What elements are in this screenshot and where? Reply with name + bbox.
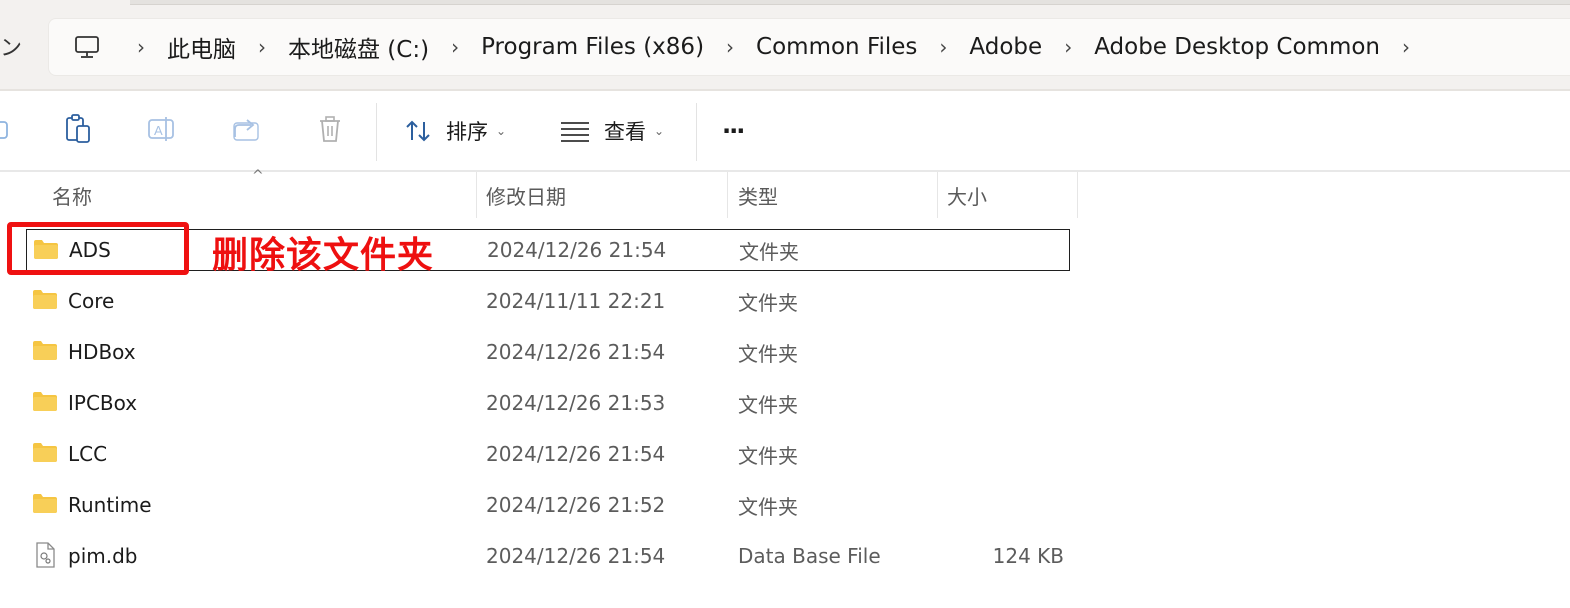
column-divider[interactable] — [727, 172, 728, 218]
share-icon — [231, 115, 261, 147]
breadcrumb-item[interactable]: Adobe Desktop Common — [1094, 34, 1380, 60]
modified-date: 2024/12/26 21:54 — [486, 442, 666, 466]
paste-icon — [63, 113, 93, 149]
title-region: ン › 此电脑 › 本地磁盘 (C:) › Program Files (x86… — [0, 0, 1570, 90]
breadcrumb-item[interactable]: Program Files (x86) — [481, 34, 704, 60]
file-name: pim.db — [68, 544, 138, 568]
folder-icon — [32, 492, 58, 516]
breadcrumb-separator[interactable]: › — [258, 37, 266, 57]
file-type: 文件夹 — [739, 239, 799, 264]
table-row[interactable]: Runtime 2024/12/26 21:52 文件夹 — [26, 484, 1070, 526]
breadcrumb-separator[interactable]: › — [1064, 37, 1072, 57]
column-divider[interactable] — [476, 172, 477, 218]
file-type: Data Base File — [738, 544, 881, 568]
sort-icon — [404, 118, 434, 144]
more-options-button[interactable]: ··· — [722, 113, 745, 149]
toolbar-separator — [696, 103, 697, 161]
column-header-date[interactable]: 修改日期 — [486, 172, 566, 218]
annotation-text: 删除该文件夹 — [212, 235, 435, 276]
folder-icon — [32, 288, 58, 312]
delete-icon — [316, 114, 344, 148]
paste-button[interactable] — [60, 113, 96, 149]
folder-icon — [32, 390, 58, 414]
folder-icon — [32, 441, 58, 465]
rename-icon: A — [146, 114, 178, 148]
view-button[interactable]: 查看 ⌄ — [560, 113, 664, 149]
file-name: IPCBox — [68, 391, 138, 415]
table-row[interactable]: Core 2024/11/11 22:21 文件夹 — [26, 280, 1070, 322]
view-list-icon — [560, 120, 590, 142]
more-icon: ··· — [722, 117, 745, 145]
chevron-down-icon: ⌄ — [654, 124, 665, 138]
command-bar: A 排序 ⌄ 查看 ⌄ ··· — [0, 91, 1570, 171]
toolbar-divider — [0, 170, 1570, 172]
sort-ascending-icon: ^ — [252, 168, 264, 184]
column-header-size[interactable]: 大小 — [947, 172, 987, 218]
file-name: Runtime — [68, 493, 152, 517]
sort-label: 排序 — [446, 120, 488, 144]
file-size: 124 KB — [992, 544, 1064, 568]
column-divider[interactable] — [1077, 172, 1078, 218]
tab-strip-edge — [130, 0, 1570, 5]
file-type: 文件夹 — [738, 392, 798, 417]
svg-text:A: A — [154, 123, 163, 138]
share-button[interactable] — [228, 113, 264, 149]
table-row[interactable]: IPCBox 2024/12/26 21:53 文件夹 — [26, 382, 1070, 424]
file-type: 文件夹 — [738, 443, 798, 468]
file-type: 文件夹 — [738, 494, 798, 519]
breadcrumb-item[interactable]: Adobe — [969, 34, 1042, 60]
table-row[interactable]: LCC 2024/12/26 21:54 文件夹 — [26, 433, 1070, 475]
table-row[interactable]: HDBox 2024/12/26 21:54 文件夹 — [26, 331, 1070, 373]
column-header-type[interactable]: 类型 — [738, 172, 778, 218]
cut-button[interactable] — [0, 113, 18, 149]
modified-date: 2024/12/26 21:54 — [486, 544, 666, 568]
breadcrumb-separator[interactable]: › — [939, 37, 947, 57]
modified-date: 2024/11/11 22:21 — [486, 289, 666, 313]
this-pc-icon[interactable] — [73, 33, 101, 61]
toolbar-separator — [376, 103, 377, 161]
database-file-icon — [32, 542, 58, 568]
breadcrumb-separator[interactable]: › — [451, 37, 459, 57]
table-row[interactable]: pim.db 2024/12/26 21:54 Data Base File 1… — [26, 535, 1070, 577]
breadcrumb-separator[interactable]: › — [726, 37, 734, 57]
modified-date: 2024/12/26 21:54 — [486, 340, 666, 364]
breadcrumb-separator[interactable]: › — [137, 37, 145, 57]
modified-date: 2024/12/26 21:54 — [487, 238, 667, 262]
file-type: 文件夹 — [738, 341, 798, 366]
folder-icon — [32, 339, 58, 363]
column-header-name[interactable]: 名称 — [52, 172, 92, 218]
modified-date: 2024/12/26 21:52 — [486, 493, 666, 517]
rename-button[interactable]: A — [144, 113, 180, 149]
file-name: LCC — [68, 442, 108, 466]
sort-button[interactable]: 排序 ⌄ — [404, 113, 506, 149]
view-label: 查看 — [604, 120, 646, 144]
file-name: HDBox — [68, 340, 136, 364]
annotation-highlight-box — [7, 222, 189, 275]
breadcrumb-item[interactable]: 本地磁盘 (C:) — [288, 30, 429, 64]
breadcrumb-item[interactable]: Common Files — [756, 34, 917, 60]
breadcrumb-separator[interactable]: › — [1402, 37, 1410, 57]
modified-date: 2024/12/26 21:53 — [486, 391, 666, 415]
delete-button[interactable] — [312, 113, 348, 149]
breadcrumb-item[interactable]: 此电脑 — [167, 30, 236, 64]
file-type: 文件夹 — [738, 290, 798, 315]
file-name: Core — [68, 289, 115, 313]
cut-icon — [0, 116, 13, 146]
address-bar[interactable]: › 此电脑 › 本地磁盘 (C:) › Program Files (x86) … — [48, 18, 1570, 76]
column-divider[interactable] — [937, 172, 938, 218]
chevron-down-icon: ⌄ — [496, 124, 507, 138]
partial-edge-text: ン — [0, 36, 23, 61]
